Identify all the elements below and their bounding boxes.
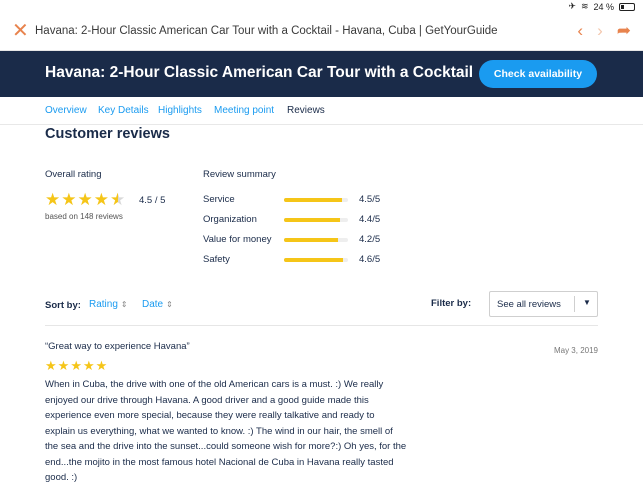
review-body-line: When in Cuba, the drive with one of the …	[45, 379, 384, 390]
review-body: When in Cuba, the drive with one of the …	[45, 377, 415, 482]
star-icon: ★	[82, 358, 95, 373]
review-body-line: experience even more special, because th…	[45, 410, 375, 421]
summary-row-value: 4.4/5	[359, 214, 381, 225]
star-icon: ★	[77, 190, 93, 209]
filter-select[interactable]: See all reviews ▼	[489, 291, 598, 317]
customer-reviews-heading: Customer reviews	[45, 126, 170, 142]
review-date: May 3, 2019	[553, 346, 598, 355]
overall-score: 4.5 / 5	[139, 195, 166, 206]
review-count: based on 148 reviews	[45, 212, 123, 221]
star-icon: ★	[57, 358, 70, 373]
share-icon[interactable]: ➦	[617, 21, 631, 41]
summary-row: Service 4.5/5	[203, 194, 403, 206]
battery-percent: 24 %	[593, 1, 614, 12]
summary-progress-fill	[284, 238, 338, 242]
review-title: “Great way to experience Havana”	[45, 341, 190, 352]
summary-row: Safety 4.6/5	[203, 254, 403, 266]
filter-by-label: Filter by:	[431, 298, 472, 309]
star-icon: ★	[45, 358, 57, 373]
star-icon: ★	[70, 358, 82, 373]
review-body-line: the sea and the drive into the sunset...…	[45, 441, 407, 452]
tab-key-details[interactable]: Key Details	[98, 105, 149, 116]
back-icon[interactable]: ‹	[577, 21, 583, 41]
summary-row-value: 4.5/5	[359, 194, 381, 205]
review-body-line: end...the mojito in the most famous hote…	[45, 456, 394, 468]
tour-header: Havana: 2-Hour Classic American Car Tour…	[0, 51, 643, 97]
section-tabs: Overview Key Details Highlights Meeting …	[0, 97, 643, 125]
battery-icon	[619, 2, 635, 11]
tab-reviews[interactable]: Reviews	[287, 105, 325, 116]
sort-by-label: Sort by:	[45, 300, 81, 311]
status-icons: ✈ ≋ 24 %	[568, 1, 635, 12]
forward-icon[interactable]: ›	[597, 21, 603, 41]
summary-progress-bar	[284, 218, 348, 222]
close-icon[interactable]: ✕	[12, 21, 29, 41]
summary-progress-bar	[284, 238, 348, 242]
half-star-icon: ★	[110, 190, 126, 209]
review-summary-label: Review summary	[203, 169, 276, 180]
check-availability-button[interactable]: Check availability	[479, 60, 597, 88]
sort-date-label: Date	[142, 299, 164, 310]
airplane-icon: ✈	[568, 1, 576, 11]
summary-progress-fill	[284, 218, 341, 222]
star-icon: ★	[95, 358, 108, 373]
review-body-line: good. :)	[45, 472, 78, 482]
filter-selected-value: See all reviews	[497, 299, 561, 310]
tour-title: Havana: 2-Hour Classic American Car Tour…	[45, 64, 474, 81]
summary-progress-bar	[284, 258, 348, 262]
summary-row: Organization 4.4/5	[203, 214, 403, 226]
sort-rating-option[interactable]: Rating ⇕	[89, 299, 128, 310]
sort-arrows-icon: ⇕	[166, 300, 173, 309]
review-body-line: explain us everything, what we wanted to…	[45, 425, 393, 437]
browser-bar: ✕ Havana: 2-Hour Classic American Car To…	[0, 14, 643, 51]
sort-rating-label: Rating	[89, 299, 118, 310]
review-body-line: enjoyed our drive through Havana. A good…	[45, 394, 369, 406]
summary-row-value: 4.6/5	[359, 254, 381, 265]
star-icon: ★	[45, 190, 61, 209]
summary-row-label: Organization	[203, 214, 257, 225]
summary-row: Value for money 4.2/5	[203, 234, 403, 246]
summary-progress-bar	[284, 198, 348, 202]
divider	[45, 325, 598, 326]
summary-progress-fill	[284, 198, 342, 202]
star-icon: ★	[61, 190, 77, 209]
status-bar: ✈ ≋ 24 %	[0, 0, 643, 14]
star-icon: ★	[93, 190, 109, 209]
summary-row-label: Value for money	[203, 234, 272, 245]
browser-nav: ‹ › ➦	[577, 21, 631, 41]
tab-meeting-point[interactable]: Meeting point	[214, 105, 274, 116]
tab-overview[interactable]: Overview	[45, 105, 87, 116]
summary-progress-fill	[284, 258, 343, 262]
tab-highlights[interactable]: Highlights	[158, 105, 202, 116]
chevron-down-icon: ▼	[583, 298, 591, 307]
overall-stars: ★ ★ ★ ★ ★	[45, 191, 125, 208]
summary-row-label: Service	[203, 194, 235, 205]
wifi-icon: ≋	[580, 1, 589, 11]
review-stars: ★ ★ ★ ★ ★	[45, 359, 107, 372]
select-divider	[574, 296, 575, 312]
overall-rating-label: Overall rating	[45, 169, 102, 180]
browser-page-title: Havana: 2-Hour Classic American Car Tour…	[35, 25, 498, 37]
summary-row-value: 4.2/5	[359, 234, 381, 245]
sort-date-option[interactable]: Date ⇕	[142, 299, 173, 310]
summary-row-label: Safety	[203, 254, 230, 265]
sort-arrows-icon: ⇕	[120, 300, 128, 309]
